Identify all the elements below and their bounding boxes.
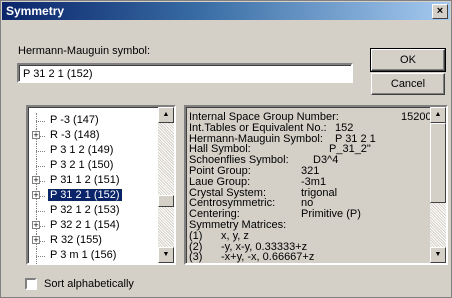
tree-scroll-thumb[interactable] [158,195,174,207]
tree-item[interactable]: + P 31 1 2 (151) [28,173,156,189]
tree-item-label: P 31 2 1 (152) [47,188,123,202]
tree-item[interactable]: + P 32 2 1 (154) [28,218,156,234]
tree-item-label: P -3 (147) [50,114,99,126]
window-title: Symmetry [6,4,65,18]
tree-branch-line [36,166,45,167]
ok-button[interactable]: OK [370,48,446,72]
tree-item-label: P 3 1 2 (149) [50,144,114,156]
info-value: -x+y, -x, 0.66667+z [221,251,315,264]
scroll-down-icon[interactable]: ▼ [158,247,174,263]
expand-plus-icon[interactable]: + [32,191,40,200]
close-button[interactable]: × [432,4,448,19]
tree-item[interactable]: + R 32 (155) [28,233,156,249]
tree-item[interactable]: + R -3 (148) [28,128,156,144]
title-bar: Symmetry × [2,2,450,20]
expand-plus-icon[interactable]: + [32,176,40,185]
info-scroll-thumb[interactable] [430,123,446,203]
hm-symbol-label: Hermann-Mauguin symbol: [18,45,151,57]
expand-plus-icon[interactable]: + [32,131,40,140]
space-group-tree[interactable]: P -3 (147) + R -3 (148) P 3 1 2 (149) P 3 2 … [26,105,176,265]
tree-item-label: P 32 2 1 (154) [50,219,120,231]
tree-item[interactable]: + P 31 2 1 (152) [28,188,156,204]
tree-item-label: P 31 1 2 (151) [50,174,120,186]
tree-item[interactable]: P 3 m 1 (156) [28,248,156,264]
info-scroll-up-icon[interactable]: ▲ [430,107,446,123]
tree-item[interactable]: P 3 2 1 (150) [28,158,156,174]
tree-item-label: R 32 (155) [50,234,102,246]
sort-alphabetically-checkbox[interactable] [25,278,37,290]
expand-plus-icon[interactable]: + [32,221,40,230]
tree-item[interactable]: P -3 (147) [28,113,156,129]
info-scroll-down-icon[interactable]: ▼ [430,247,446,263]
hm-symbol-value: P 31 2 1 (152) [23,68,93,80]
info-row: (3) -x+y, -x, 0.66667+z [189,251,429,263]
tree-branch-line [36,256,45,257]
tree-item-label: P 3 2 1 (150) [50,159,114,171]
info-key: (3) [189,251,203,264]
tree-item-label: P 3 m 1 (156) [50,249,117,261]
tree-item-label: R -3 (148) [50,129,100,141]
tree-scrollbar[interactable]: ▲ ▼ [158,107,174,263]
tree-item[interactable]: P 3 1 2 (149) [28,143,156,159]
expand-plus-icon[interactable]: + [32,236,40,245]
sort-alphabetically-label: Sort alphabetically [44,278,134,290]
tree-branch-line [36,211,45,212]
info-scrollbar[interactable]: ▲ ▼ [430,107,446,263]
hm-symbol-input[interactable]: P 31 2 1 (152) [17,63,353,83]
tree-item[interactable]: P 32 1 2 (153) [28,203,156,219]
tree-branch-line [36,121,45,122]
scroll-up-icon[interactable]: ▲ [158,107,174,123]
symmetry-dialog: Symmetry × Hermann-Mauguin symbol: P 31 … [0,0,452,298]
tree-branch-line [36,151,45,152]
tree-item-label: P 32 1 2 (153) [50,204,120,216]
space-group-info-panel: Internal Space Group Number: 15200 Int.Tab… [184,105,448,265]
cancel-button[interactable]: Cancel [371,73,445,95]
